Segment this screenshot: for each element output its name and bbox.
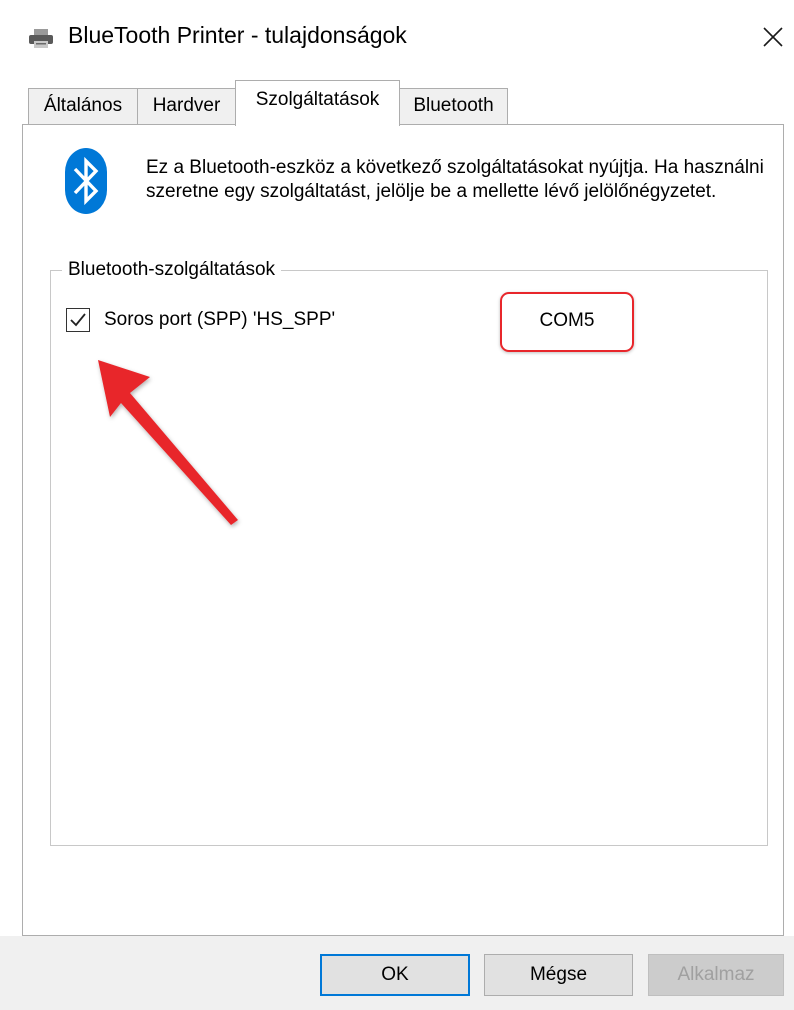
service-checkbox[interactable] (66, 308, 90, 332)
annotation-arrow-icon (88, 355, 248, 530)
com-port-label: COM5 (500, 292, 634, 352)
services-group-label: Bluetooth-szolgáltatások (62, 259, 282, 281)
service-label[interactable]: Soros port (SPP) 'HS_SPP' (104, 309, 335, 331)
apply-button[interactable]: Alkalmaz (648, 954, 784, 996)
bluetooth-icon (65, 148, 107, 214)
intro-text: Ez a Bluetooth-eszköz a következő szolgá… (146, 157, 764, 202)
tab-hardver[interactable]: Hardver (137, 88, 236, 124)
cancel-button[interactable]: Mégse (484, 954, 633, 996)
tab-szolgaltatasok[interactable]: Szolgáltatások (235, 80, 400, 126)
checkmark-icon (70, 313, 86, 327)
tab-strip: Általános Hardver Szolgáltatások Bluetoo… (0, 0, 794, 130)
tab-bluetooth[interactable]: Bluetooth (399, 88, 508, 124)
ok-button[interactable]: OK (320, 954, 470, 996)
tab-altalanos[interactable]: Általános (28, 88, 138, 124)
